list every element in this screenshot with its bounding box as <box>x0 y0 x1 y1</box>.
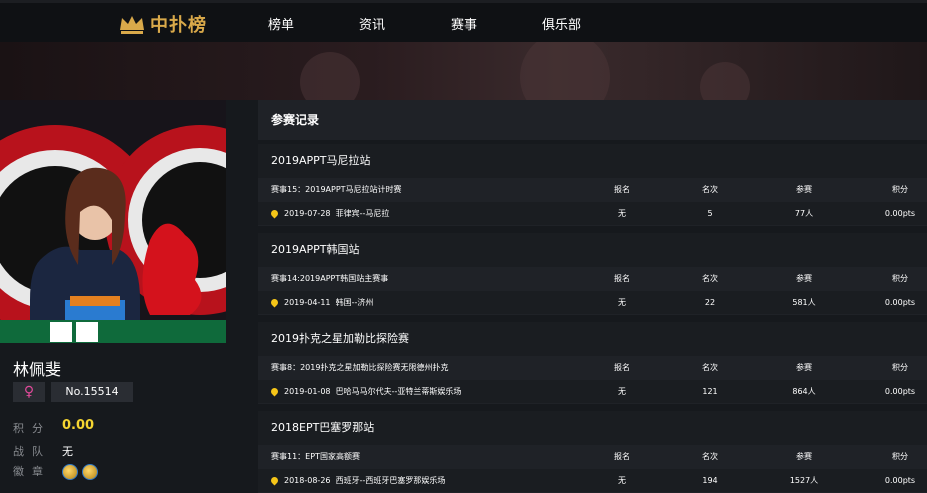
event-location-text: 西班牙--西班牙巴塞罗那娱乐场 <box>335 476 446 485</box>
event-location: 2019-04-11 韩国--济州 <box>269 291 374 315</box>
event-date: 2019-04-11 <box>284 298 331 307</box>
event-title[interactable]: 2019APPT韩国站 <box>258 233 927 267</box>
column-rank: 名次 <box>702 363 718 372</box>
event-name[interactable]: 赛事14:2019APPT韩国站主赛事 <box>271 267 388 291</box>
event-date: 2019-01-08 <box>284 387 331 396</box>
female-icon: ♀ <box>13 382 45 402</box>
event-data-row: 2019-01-08 巴哈马马尔代夫--亚特兰蒂斯娱乐场 无 121 864人 … <box>258 380 927 404</box>
event-location: 2019-01-08 巴哈马马尔代夫--亚特兰蒂斯娱乐场 <box>269 380 462 404</box>
player-number: No.15514 <box>51 382 133 402</box>
entrants-value: 77人 <box>794 209 814 218</box>
event-block: 2019扑克之星加勒比探险赛 赛事8：2019扑克之星加勒比探险赛无限德州扑克 … <box>258 322 927 404</box>
player-photo-illustration <box>0 100 226 343</box>
event-date: 2019-07-28 <box>284 209 331 218</box>
team-label: 战队 <box>13 445 51 458</box>
player-photo <box>0 100 226 343</box>
event-name[interactable]: 赛事8：2019扑克之星加勒比探险赛无限德州扑克 <box>271 356 448 380</box>
rank-value: 121 <box>702 387 718 396</box>
header-banner <box>0 42 927 100</box>
signup-value: 无 <box>618 476 626 485</box>
location-pin-icon <box>269 475 280 486</box>
column-points: 积分 <box>892 452 908 461</box>
nav-item-rankings[interactable]: 榜单 <box>268 14 294 33</box>
points-value: 0.00pts <box>884 387 916 396</box>
event-date: 2018-08-26 <box>284 476 331 485</box>
column-entrants: 参赛 <box>796 452 812 461</box>
signup-value: 无 <box>618 387 626 396</box>
column-signup: 报名 <box>614 185 630 194</box>
crown-icon <box>120 16 144 34</box>
column-entrants: 参赛 <box>796 185 812 194</box>
column-entrants: 参赛 <box>796 363 812 372</box>
column-rank: 名次 <box>702 185 718 194</box>
records-header: 参赛记录 <box>258 100 927 140</box>
logo-text: 中扑榜 <box>150 15 207 36</box>
site-logo[interactable]: 中扑榜 <box>118 10 207 38</box>
badge-label: 徽章 <box>13 465 51 478</box>
event-data-row: 2019-07-28 菲律宾--马尼拉 无 5 77人 0.00pts <box>258 202 927 226</box>
column-points: 积分 <box>892 363 908 372</box>
column-signup: 报名 <box>614 274 630 283</box>
banner-chip <box>520 42 610 100</box>
event-header-row: 赛事14:2019APPT韩国站主赛事 报名 名次 参赛 积分 <box>258 267 927 291</box>
entrants-value: 581人 <box>792 298 816 307</box>
location-pin-icon <box>269 297 280 308</box>
event-data-row: 2018-08-26 西班牙--西班牙巴塞罗那娱乐场 无 194 1527人 0… <box>258 469 927 493</box>
event-location-text: 韩国--济州 <box>335 298 374 307</box>
column-points: 积分 <box>892 185 908 194</box>
column-points: 积分 <box>892 274 908 283</box>
location-pin-icon <box>269 208 280 219</box>
nav-item-events[interactable]: 赛事 <box>451 14 477 33</box>
entrants-value: 1527人 <box>789 476 819 485</box>
signup-value: 无 <box>618 298 626 307</box>
event-location: 2018-08-26 西班牙--西班牙巴塞罗那娱乐场 <box>269 469 446 493</box>
column-entrants: 参赛 <box>796 274 812 283</box>
team-value: 无 <box>62 445 73 458</box>
points-value: 0.00pts <box>884 476 916 485</box>
event-header-row: 赛事15：2019APPT马尼拉站计时赛 报名 名次 参赛 积分 <box>258 178 927 202</box>
column-signup: 报名 <box>614 452 630 461</box>
signup-value: 无 <box>618 209 626 218</box>
event-block: 2018EPT巴塞罗那站 赛事11：EPT国家高额赛 报名 名次 参赛 积分 2… <box>258 411 927 493</box>
column-rank: 名次 <box>702 452 718 461</box>
points-label: 积分 <box>13 422 51 435</box>
event-location: 2019-07-28 菲律宾--马尼拉 <box>269 202 390 226</box>
top-navigation: 中扑榜 榜单 资讯 赛事 俱乐部 <box>0 0 927 42</box>
column-rank: 名次 <box>702 274 718 283</box>
rank-value: 22 <box>704 298 716 307</box>
rank-value: 194 <box>702 476 718 485</box>
entrants-value: 864人 <box>792 387 816 396</box>
event-location-text: 菲律宾--马尼拉 <box>335 209 390 218</box>
event-title[interactable]: 2019扑克之星加勒比探险赛 <box>258 322 927 356</box>
tournament-records-panel: 参赛记录 2019APPT马尼拉站 赛事15：2019APPT马尼拉站计时赛 报… <box>258 100 927 493</box>
badge-medal-icon[interactable] <box>82 464 98 480</box>
event-header-row: 赛事8：2019扑克之星加勒比探险赛无限德州扑克 报名 名次 参赛 积分 <box>258 356 927 380</box>
player-profile: 林佩斐 ♀ No.15514 积分 0.00 战队 无 徽章 <box>0 100 226 487</box>
points-value: 0.00pts <box>884 298 916 307</box>
points-value: 0.00 <box>62 418 95 433</box>
nav-item-news[interactable]: 资讯 <box>359 14 385 33</box>
column-signup: 报名 <box>614 363 630 372</box>
banner-chip <box>300 52 360 100</box>
event-name[interactable]: 赛事15：2019APPT马尼拉站计时赛 <box>271 178 402 202</box>
rank-value: 5 <box>707 209 713 218</box>
points-value: 0.00pts <box>884 209 916 218</box>
event-block: 2019APPT马尼拉站 赛事15：2019APPT马尼拉站计时赛 报名 名次 … <box>258 144 927 226</box>
event-title[interactable]: 2019APPT马尼拉站 <box>258 144 927 178</box>
event-block: 2019APPT韩国站 赛事14:2019APPT韩国站主赛事 报名 名次 参赛… <box>258 233 927 315</box>
event-location-text: 巴哈马马尔代夫--亚特兰蒂斯娱乐场 <box>335 387 462 396</box>
nav-item-clubs[interactable]: 俱乐部 <box>542 14 581 33</box>
location-pin-icon <box>269 386 280 397</box>
event-header-row: 赛事11：EPT国家高额赛 报名 名次 参赛 积分 <box>258 445 927 469</box>
banner-chip <box>700 62 750 100</box>
event-title[interactable]: 2018EPT巴塞罗那站 <box>258 411 927 445</box>
event-data-row: 2019-04-11 韩国--济州 无 22 581人 0.00pts <box>258 291 927 315</box>
event-name[interactable]: 赛事11：EPT国家高额赛 <box>271 445 360 469</box>
player-name: 林佩斐 <box>13 360 62 379</box>
badge-medal-icon[interactable] <box>62 464 78 480</box>
